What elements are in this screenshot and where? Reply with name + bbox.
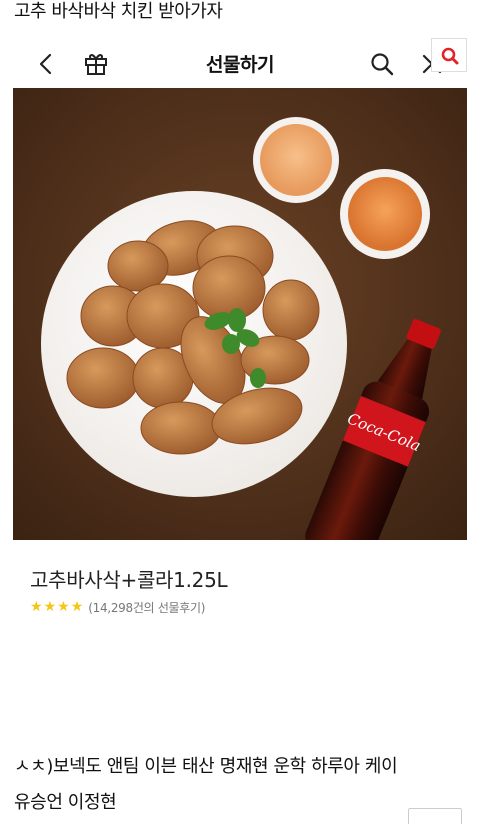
product-name[interactable]: 고추바사삭+콜라1.25L [30, 564, 228, 593]
star-icon: ★ [70, 599, 84, 615]
star-icon: ★ [43, 599, 57, 615]
chicken-cola-photo: Coca-Cola [13, 88, 467, 540]
post-caption-line1: ㅅㅊ)보넥도 앤팀 이븐 태산 명재현 운학 하루아 케이 [14, 756, 398, 777]
review-count[interactable]: (14,298건의 선물후기) [88, 599, 205, 616]
search-icon [441, 47, 459, 65]
post-title: 고추 바삭바삭 치킨 받아가자 [14, 1, 223, 22]
product-rating: ★ ★ ★ ★ (14,298건의 선물후기) [30, 597, 205, 617]
top-nav-bar: 선물하기 [0, 40, 480, 86]
overlay-search-button[interactable] [431, 38, 467, 72]
nav-title: 선물하기 [206, 54, 274, 76]
search-icon[interactable] [368, 50, 396, 78]
post-caption-line2: 유승언 이정현 [14, 792, 117, 813]
product-image[interactable]: Coca-Cola [13, 88, 467, 540]
star-icon: ★ [30, 599, 43, 615]
star-icon: ★ [57, 599, 70, 615]
floating-action-button[interactable] [408, 808, 462, 824]
